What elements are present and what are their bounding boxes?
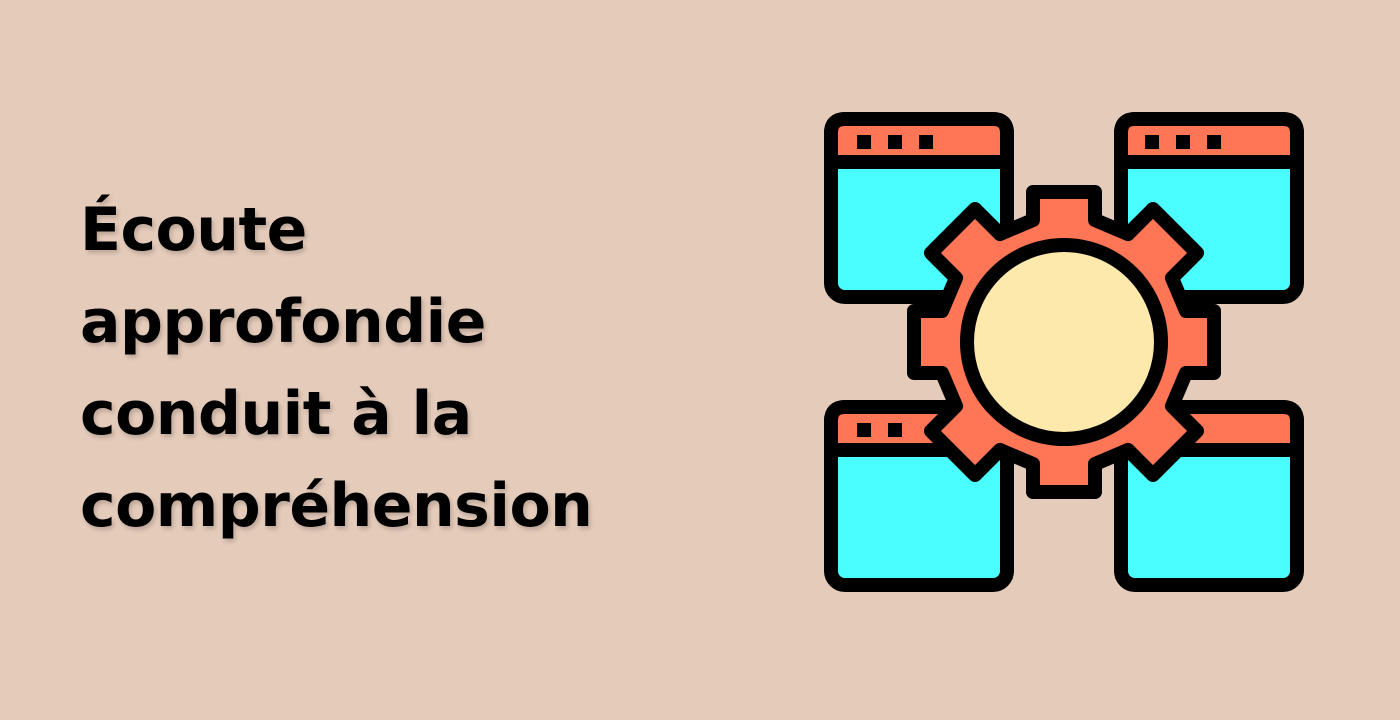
headline: Écoute approfondie conduit à la compréhe… — [80, 184, 720, 552]
headline-line-3: conduit à la — [80, 379, 472, 449]
gear-with-windows-icon — [820, 108, 1310, 598]
headline-line-2: approfondie — [80, 287, 486, 357]
gear-hub — [960, 238, 1168, 446]
headline-line-1: Écoute — [80, 195, 307, 265]
hero-banner: Écoute approfondie conduit à la compréhe… — [0, 0, 1400, 720]
gear-icon — [907, 185, 1221, 499]
headline-line-4: compréhension — [80, 471, 593, 541]
